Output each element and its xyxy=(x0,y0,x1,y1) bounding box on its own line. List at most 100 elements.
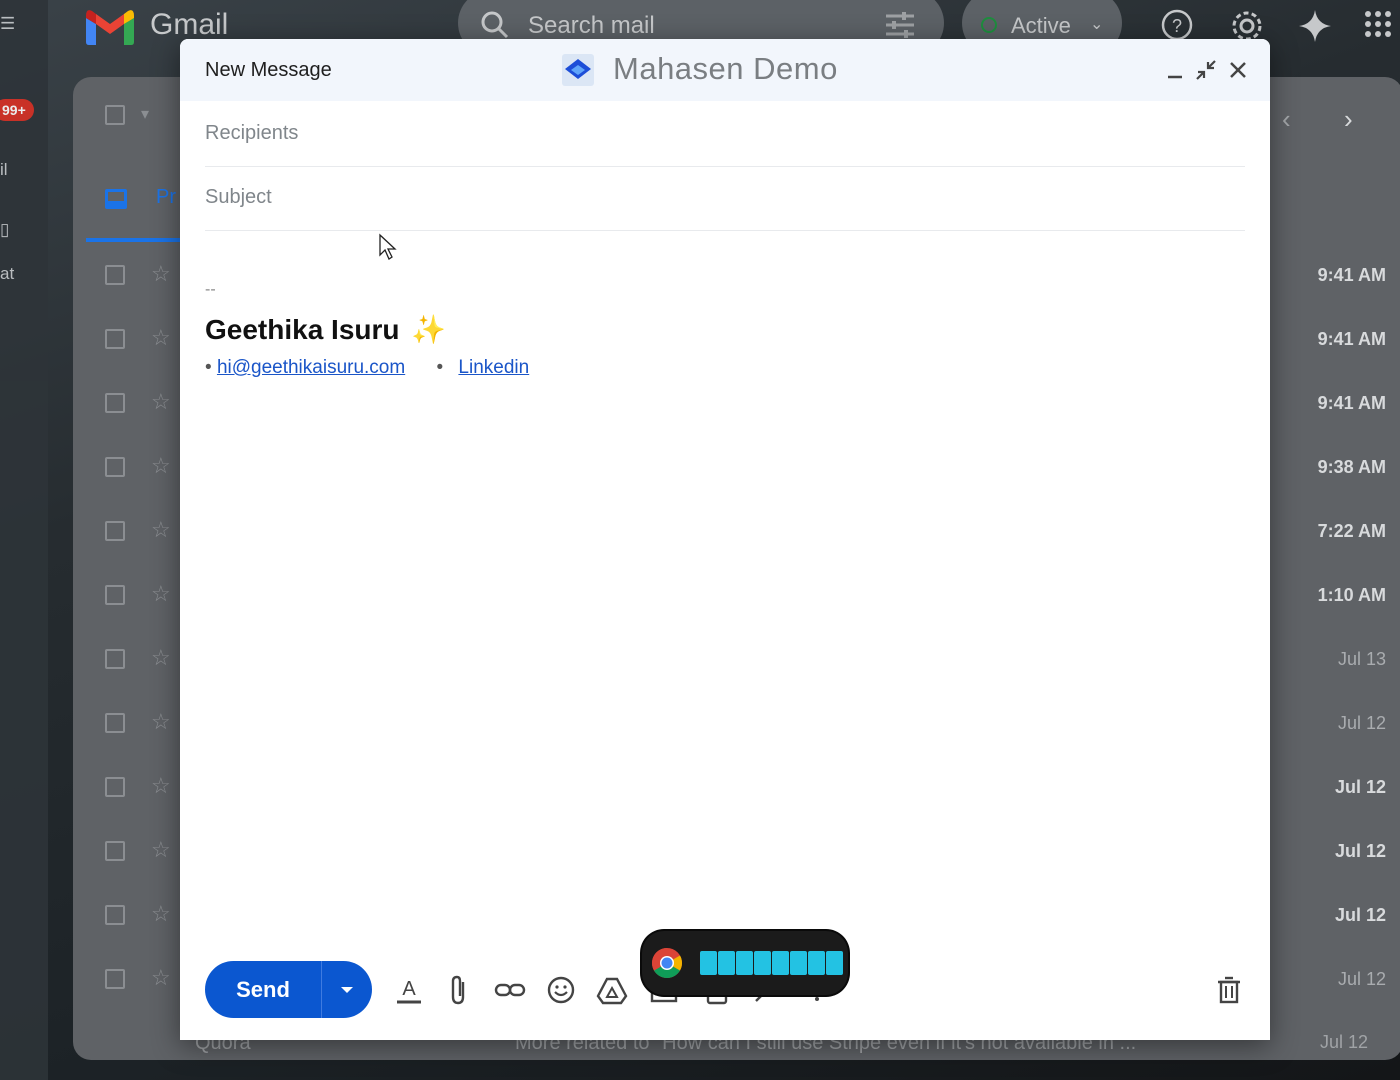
activity-bar xyxy=(826,951,843,975)
star-icon[interactable]: ☆ xyxy=(151,901,171,927)
activity-bar xyxy=(808,951,825,975)
star-icon[interactable]: ☆ xyxy=(151,581,171,607)
gmail-wordmark: Gmail xyxy=(150,8,229,41)
search-options-icon[interactable] xyxy=(884,10,916,40)
signature-email-link[interactable]: hi@geethikaisuru.com xyxy=(217,357,405,378)
row-checkbox[interactable] xyxy=(105,841,125,861)
compose-title: New Message xyxy=(205,59,332,81)
inbox-icon xyxy=(105,189,127,209)
help-icon[interactable]: ? xyxy=(1160,8,1194,42)
gemini-sparkle-icon[interactable] xyxy=(1297,8,1333,44)
minimize-icon[interactable] xyxy=(1162,57,1188,83)
brand-name: Mahasen Demo xyxy=(613,51,838,86)
exit-fullscreen-icon[interactable] xyxy=(1193,57,1219,83)
active-status-icon xyxy=(981,17,997,33)
row-checkbox[interactable] xyxy=(105,649,125,669)
status-label[interactable]: Active xyxy=(1011,13,1071,39)
search-icon[interactable] xyxy=(480,10,510,40)
email-time: 1:10 AM xyxy=(1317,585,1386,605)
row-checkbox[interactable] xyxy=(105,393,125,413)
signature-name-text: Geethika Isuru xyxy=(205,314,400,345)
chrome-icon xyxy=(651,948,683,979)
insert-link-icon[interactable] xyxy=(493,973,527,1007)
rail-label-chat[interactable]: at xyxy=(0,264,14,284)
row-checkbox[interactable] xyxy=(105,585,125,605)
signature-name: Geethika Isuru ✨ xyxy=(205,313,446,346)
row-checkbox[interactable] xyxy=(105,777,125,797)
row-checkbox[interactable] xyxy=(105,969,125,989)
left-nav-rail: ☰ 99+ il ▯ at xyxy=(0,0,48,1080)
search-input[interactable]: Search mail xyxy=(528,12,655,40)
chevron-right-icon[interactable]: › xyxy=(1344,104,1353,135)
email-time: Jul 12 xyxy=(1337,713,1386,733)
compose-window: New Message Mahasen Demo -- Geethika Isu… xyxy=(180,39,1270,1040)
signature-linkedin-link[interactable]: Linkedin xyxy=(458,357,529,378)
email-time: 9:41 AM xyxy=(1317,329,1386,349)
row-checkbox[interactable] xyxy=(105,521,125,541)
chat-icon[interactable]: ▯ xyxy=(0,220,9,240)
email-time: 9:41 AM xyxy=(1317,265,1386,285)
star-icon[interactable]: ☆ xyxy=(151,261,171,287)
star-icon[interactable]: ☆ xyxy=(151,773,171,799)
chevron-down-icon[interactable]: ⌄ xyxy=(1090,14,1103,34)
star-icon[interactable]: ☆ xyxy=(151,453,171,479)
svg-text:A: A xyxy=(402,978,416,1000)
last-row-time: Jul 12 xyxy=(1320,1032,1369,1052)
recipients-input[interactable] xyxy=(205,119,1205,147)
chevron-left-icon[interactable]: ‹ xyxy=(1282,104,1291,135)
email-time: Jul 12 xyxy=(1337,969,1386,989)
tab-primary[interactable]: Pr xyxy=(88,170,180,242)
email-time: Jul 12 xyxy=(1334,905,1386,925)
star-icon[interactable]: ☆ xyxy=(151,645,171,671)
mouse-cursor-icon xyxy=(379,233,397,260)
bullet: • xyxy=(205,357,212,378)
formatting-options-icon[interactable]: A xyxy=(392,973,426,1007)
discard-draft-icon[interactable] xyxy=(1214,973,1244,1007)
google-drive-icon[interactable] xyxy=(595,973,629,1007)
row-checkbox[interactable] xyxy=(105,265,125,285)
row-checkbox[interactable] xyxy=(105,457,125,477)
schedule-send-chevron-icon[interactable] xyxy=(322,961,372,1018)
email-time: Jul 12 xyxy=(1334,841,1386,861)
email-time: 9:41 AM xyxy=(1317,393,1386,413)
activity-bar xyxy=(790,951,807,975)
star-icon[interactable]: ☆ xyxy=(151,325,171,351)
activity-bar xyxy=(772,951,789,975)
send-button[interactable]: Send xyxy=(205,961,321,1018)
email-time: Jul 13 xyxy=(1337,649,1386,669)
send-button-group: Send xyxy=(205,961,372,1018)
extension-indicator-pill[interactable] xyxy=(642,931,848,995)
star-icon[interactable]: ☆ xyxy=(151,709,171,735)
select-menu-chevron-icon[interactable]: ▾ xyxy=(141,104,149,124)
activity-bar xyxy=(700,951,717,975)
email-time: 7:22 AM xyxy=(1317,521,1386,541)
activity-bar xyxy=(736,951,753,975)
insert-emoji-icon[interactable] xyxy=(544,973,578,1007)
signature-separator: -- xyxy=(205,281,216,298)
attach-file-icon[interactable] xyxy=(442,973,476,1007)
apps-grid-icon[interactable] xyxy=(1364,10,1392,38)
activity-bar xyxy=(754,951,771,975)
sparkles-emoji: ✨ xyxy=(411,314,447,345)
star-icon[interactable]: ☆ xyxy=(151,517,171,543)
select-all-checkbox[interactable] xyxy=(105,105,125,125)
rail-label-mail[interactable]: il xyxy=(0,160,8,180)
unread-count-badge: 99+ xyxy=(0,99,34,121)
mahasen-logo-icon xyxy=(562,54,594,86)
compose-header[interactable]: New Message Mahasen Demo xyxy=(180,39,1270,101)
row-checkbox[interactable] xyxy=(105,329,125,349)
star-icon[interactable]: ☆ xyxy=(151,965,171,991)
tab-primary-label: Pr xyxy=(156,186,176,208)
row-checkbox[interactable] xyxy=(105,905,125,925)
close-icon[interactable] xyxy=(1225,57,1251,83)
subject-row xyxy=(205,167,1245,231)
star-icon[interactable]: ☆ xyxy=(151,389,171,415)
active-tab-indicator xyxy=(86,238,180,242)
signature-links: • hi@geethikaisuru.com • Linkedin xyxy=(205,357,529,379)
row-checkbox[interactable] xyxy=(105,713,125,733)
gmail-logo-icon[interactable] xyxy=(84,8,136,46)
star-icon[interactable]: ☆ xyxy=(151,837,171,863)
svg-text:?: ? xyxy=(1172,16,1182,36)
bullet: • xyxy=(436,357,444,378)
subject-input[interactable] xyxy=(205,183,1205,211)
